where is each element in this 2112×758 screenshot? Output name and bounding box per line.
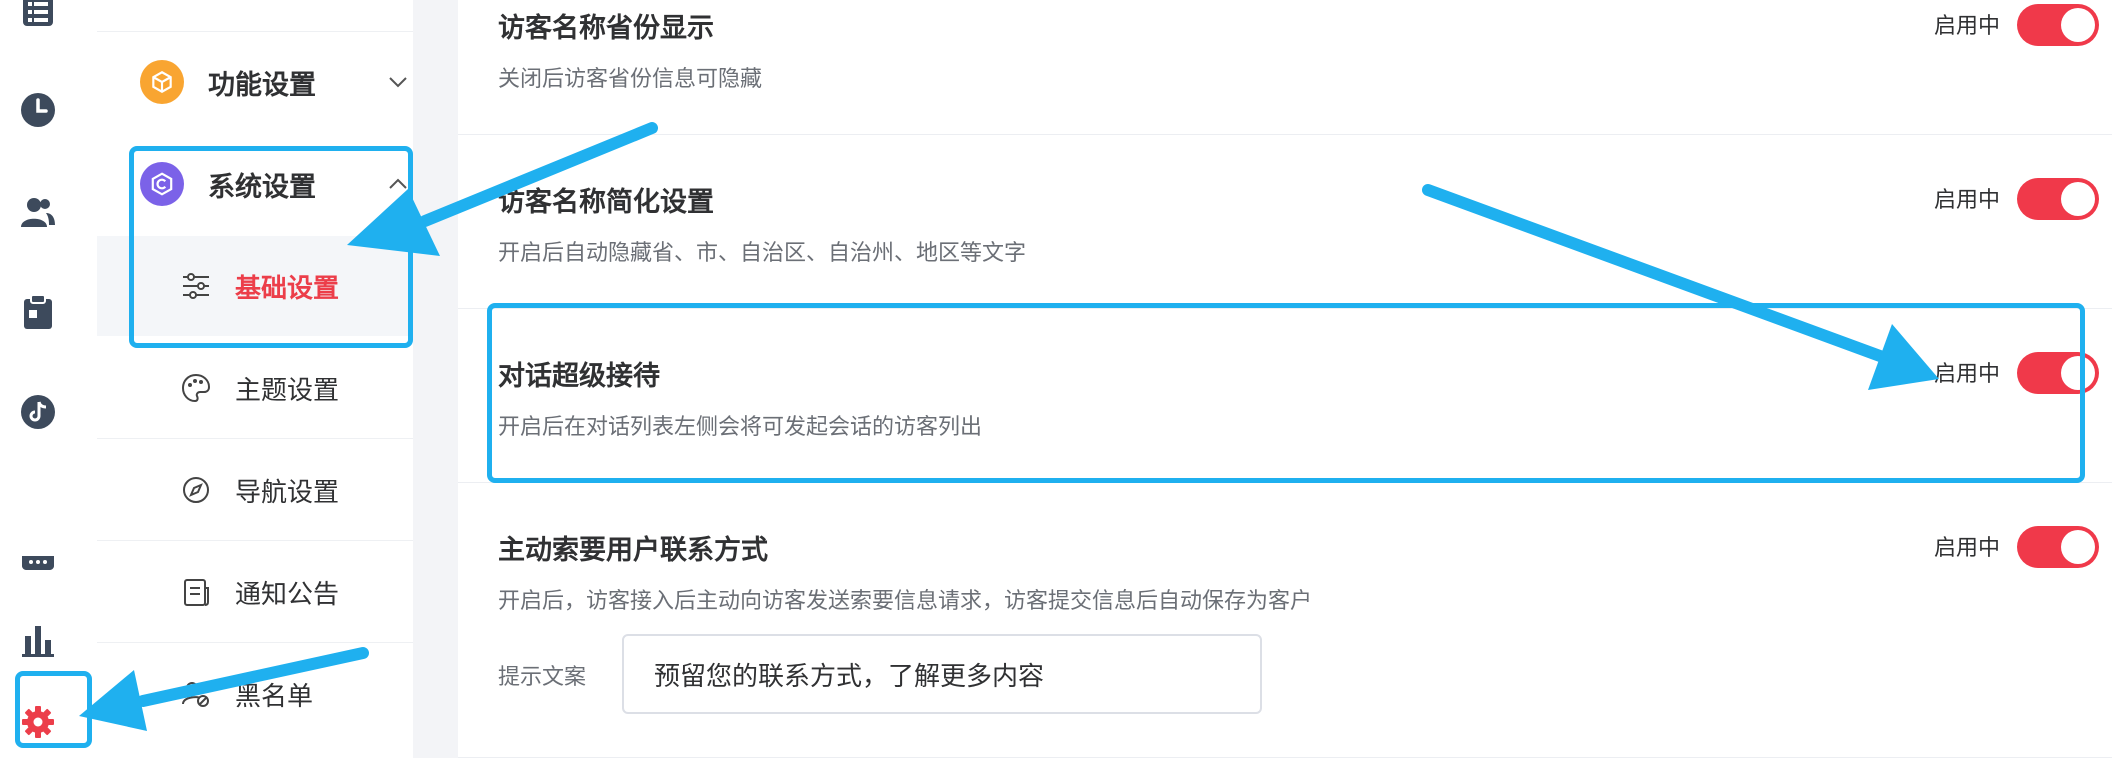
panel-gutter [413,0,458,758]
sidebar-item-label: 黑名单 [235,681,314,712]
gear-icon[interactable] [18,702,58,742]
sidebar-item-announcements[interactable]: 通知公告 [97,542,413,642]
tiktok-icon[interactable] [18,392,58,432]
sidebar-item-basic-settings[interactable]: 基础设置 [97,236,413,336]
enable-toggle[interactable] [2017,178,2099,220]
system-hex-icon [140,162,184,206]
setting-name-simplify: 访客名称简化设置 开启后自动隐藏省、市、自治区、自治州、地区等文字 启用中 [458,135,2112,309]
block-icon [179,677,213,711]
setting-description: 关闭后访客省份信息可隐藏 [498,67,763,92]
chevron-down-icon [383,67,413,97]
menu-group-label: 系统设置 [208,171,316,203]
status-label: 启用中 [1933,362,2000,387]
compass-icon [179,473,213,507]
enable-toggle[interactable] [2017,526,2099,568]
sidebar-item-label: 导航设置 [235,477,340,508]
sidebar-item-navigation-settings[interactable]: 导航设置 [97,440,413,540]
status-label: 启用中 [1933,188,2000,213]
list-icon[interactable] [18,0,58,34]
clipboard-icon[interactable] [18,292,58,332]
menu-group-system-settings[interactable]: 系统设置 [97,134,413,234]
sidebar-item-label: 主题设置 [235,375,340,406]
prompt-text-label: 提示文案 [498,665,587,690]
sidebar-item-theme-settings[interactable]: 主题设置 [97,338,413,438]
divider [97,438,413,439]
sliders-icon [179,269,213,303]
chevron-up-icon [383,169,413,199]
setting-title: 主动索要用户联系方式 [498,535,768,566]
setting-request-contact: 主动索要用户联系方式 开启后，访客接入后主动向访客发送索要信息请求，访客提交信息… [458,483,2112,758]
sidebar-item-label: 通知公告 [235,579,340,610]
palette-icon [179,371,213,405]
bar-chart-icon[interactable] [18,620,58,660]
settings-sidebar: 功能设置 系统设置 基础设置 主题设置 导航设置 通知公告 黑名单 [97,0,455,758]
menu-group-label: 功能设置 [208,69,316,101]
sidebar-item-label: 基础设置 [235,273,340,304]
icon-rail [0,0,77,758]
setting-province-display: 访客名称省份显示 关闭后访客省份信息可隐藏 启用中 [458,0,2112,135]
setting-description: 开启后，访客接入后主动向访客发送索要信息请求，访客提交信息后自动保存为客户 [498,589,1313,614]
toggle-knob [2061,356,2095,390]
setting-description: 开启后在对话列表左侧会将可发起会话的访客列出 [498,415,983,440]
setting-super-reception: 对话超级接待 开启后在对话列表左侧会将可发起会话的访客列出 启用中 [458,309,2112,483]
divider [97,540,413,541]
chat-icon[interactable] [18,540,58,580]
setting-title: 对话超级接待 [498,361,660,392]
toggle-knob [2061,530,2095,564]
setting-title: 访客名称简化设置 [498,187,714,218]
document-icon [179,575,213,609]
enable-toggle[interactable] [2017,4,2099,46]
setting-title: 访客名称省份显示 [498,13,714,44]
sidebar-item-blacklist[interactable]: 黑名单 [97,644,413,744]
prompt-text-input[interactable] [622,634,1262,714]
toggle-knob [2061,182,2095,216]
status-label: 启用中 [1933,14,2000,39]
clock-icon[interactable] [18,90,58,130]
setting-description: 开启后自动隐藏省、市、自治区、自治州、地区等文字 [498,241,1027,266]
users-icon[interactable] [18,192,58,232]
status-label: 启用中 [1933,536,2000,561]
divider [97,642,413,643]
settings-content: 访客名称省份显示 关闭后访客省份信息可隐藏 启用中 访客名称简化设置 开启后自动… [458,0,2112,758]
enable-toggle[interactable] [2017,352,2099,394]
menu-group-feature-settings[interactable]: 功能设置 [97,32,413,132]
toggle-knob [2061,8,2095,42]
cube-icon [140,60,184,104]
